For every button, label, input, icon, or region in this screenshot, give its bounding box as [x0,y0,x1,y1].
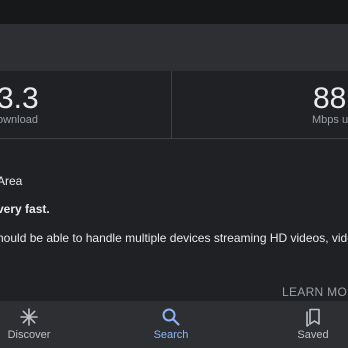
status-bar [0,0,348,24]
upload-speed-value: 88 [313,82,347,115]
bottom-navigation: Discover Search Saved [0,301,348,348]
header-band [0,24,348,71]
speed-description-text: hould be able to handle multiple devices… [0,231,348,245]
nav-discover[interactable]: Discover [0,301,58,348]
metric-divider [171,71,172,138]
nav-discover-label: Discover [7,329,51,341]
upload-speed-label: Mbps up [312,114,348,126]
asterisk-icon [20,308,38,326]
download-speed-value: 3.3 [0,82,39,115]
speed-verdict-text: very fast. [0,202,50,216]
nav-search[interactable]: Search [140,301,202,348]
nav-saved-label: Saved [297,329,329,341]
nav-saved[interactable]: Saved [288,301,338,348]
area-text: Area [0,174,23,188]
learn-more-button[interactable]: LEARN MOR [282,285,348,299]
bookmarks-icon [306,308,320,327]
speed-metrics-row: 3.3 ownload 88 Mbps up [0,71,348,139]
download-speed-label: ownload [0,114,38,126]
speed-test-results-screen: 3.3 ownload 88 Mbps up Area very fast. h… [0,0,348,348]
nav-search-label: Search [153,329,189,341]
search-icon [162,308,180,326]
